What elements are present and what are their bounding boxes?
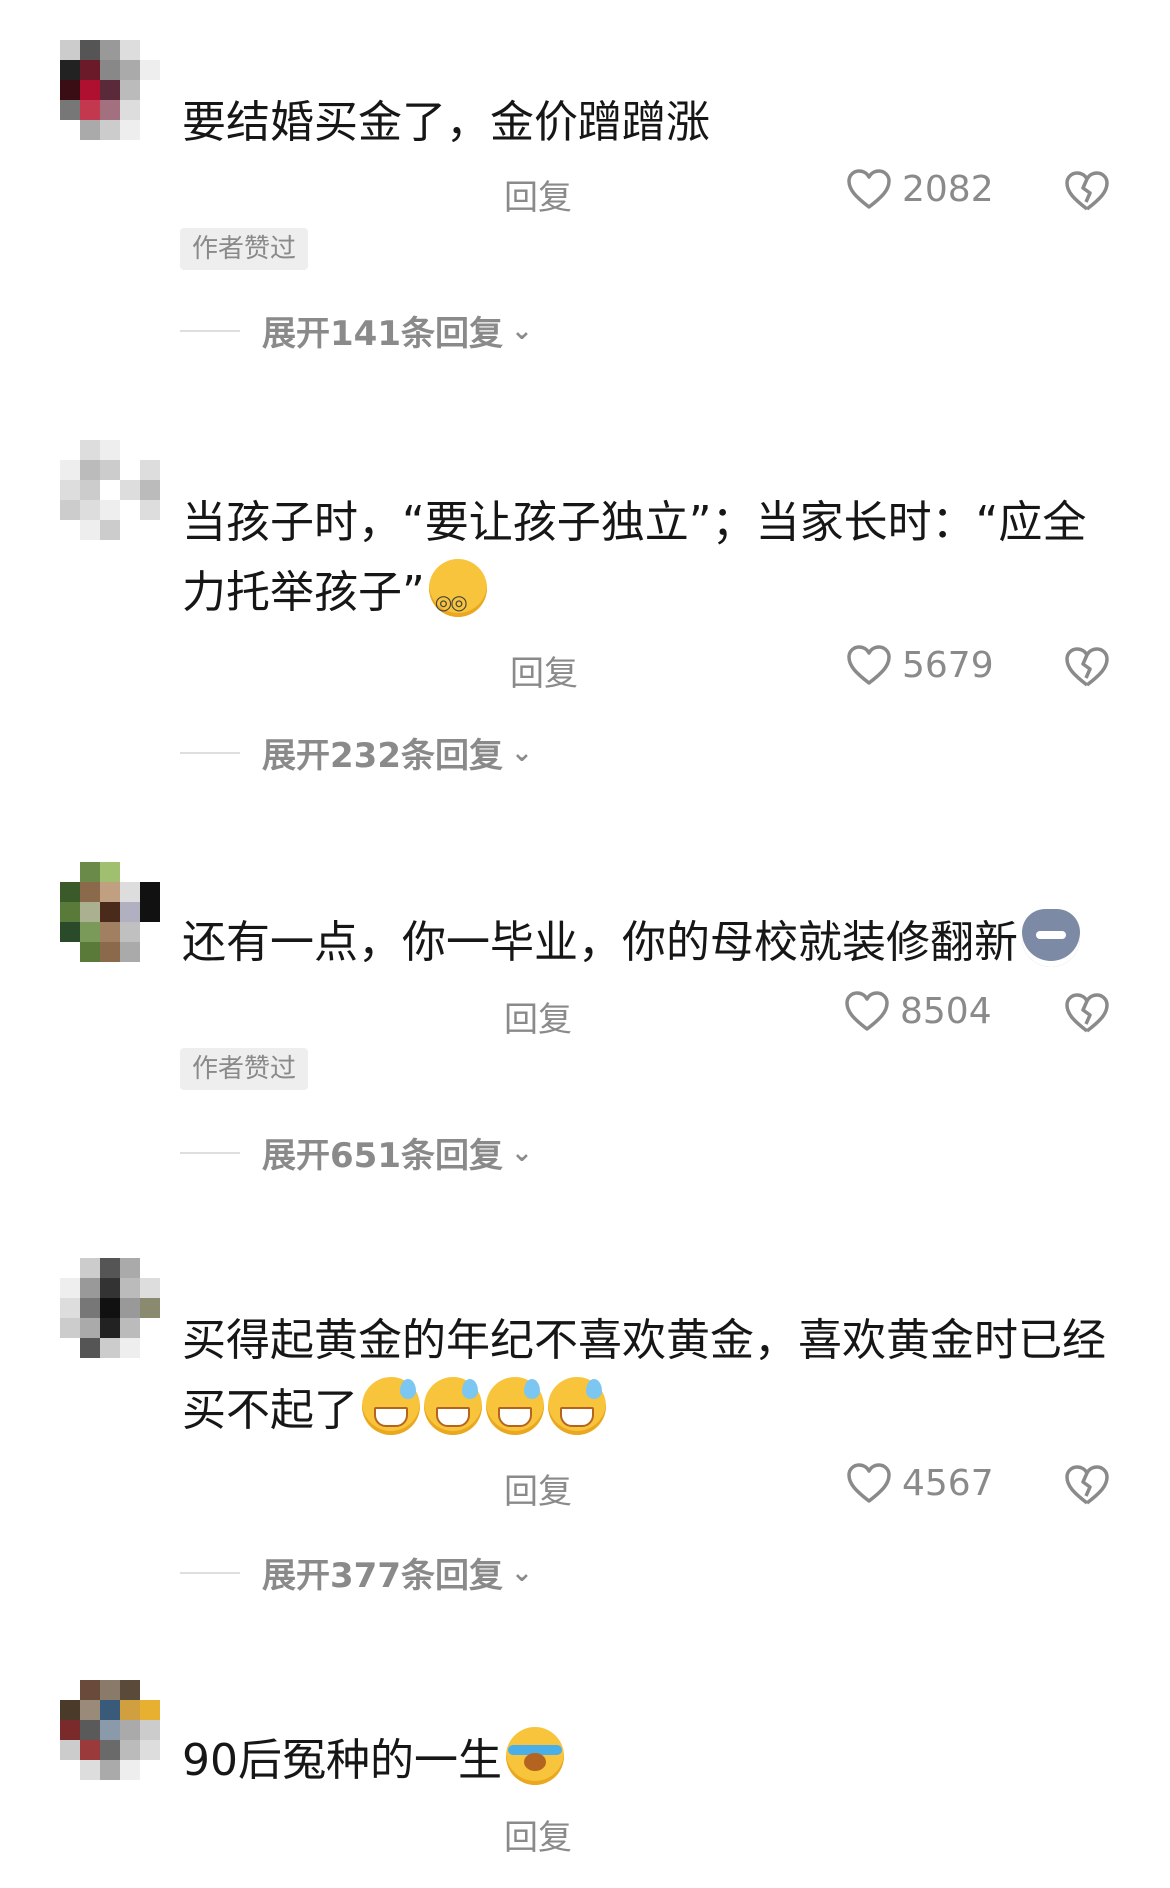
grin-sweat-emoji-icon: [486, 1377, 544, 1435]
grin-sweat-emoji-icon: [548, 1377, 606, 1435]
chevron-down-icon: ⌄: [510, 737, 533, 768]
chevron-down-icon: ⌄: [510, 1557, 533, 1588]
avatar[interactable]: [60, 1258, 160, 1358]
heart-outline-icon: [847, 169, 891, 209]
avatar[interactable]: [60, 40, 160, 140]
comment-text-line: 买不起了: [182, 1385, 358, 1436]
heart-outline-icon: [847, 1463, 891, 1503]
comment-text-line: 买得起黄金的年纪不喜欢黄金，喜欢黄金时已经: [182, 1315, 1106, 1366]
avatar[interactable]: [60, 862, 160, 962]
grin-sweat-emoji-icon: [362, 1377, 420, 1435]
like-count: 4567: [902, 1462, 994, 1504]
broken-heart-icon[interactable]: [1064, 168, 1110, 214]
reply-button[interactable]: 回复: [504, 1810, 572, 1859]
expand-replies-button[interactable]: 展开141条回复 ⌄: [180, 306, 533, 355]
divider: [180, 751, 240, 754]
comment-text: 当孩子时，“要让孩子独立”；当家长时：“应全 力托举孩子”: [182, 488, 1132, 637]
reply-button[interactable]: 回复: [510, 646, 578, 695]
comment-text-line-2: 力托举孩子”: [182, 558, 1132, 637]
broken-heart-icon[interactable]: [1064, 990, 1110, 1036]
comment-text: 买得起黄金的年纪不喜欢黄金，喜欢黄金时已经 买不起了: [182, 1306, 1132, 1446]
divider: [180, 1571, 240, 1574]
expand-replies-button[interactable]: 展开377条回复 ⌄: [180, 1548, 533, 1597]
wolf-emoji-icon: [1022, 909, 1080, 967]
crying-face-emoji-icon: [506, 1727, 564, 1785]
heart-outline-icon: [845, 991, 889, 1031]
reply-button[interactable]: 回复: [504, 170, 572, 219]
comment-text-line: 还有一点，你一毕业，你的母校就装修翻新: [182, 917, 1018, 968]
like-count: 8504: [900, 990, 992, 1032]
reply-button[interactable]: 回复: [504, 1464, 572, 1513]
divider: [180, 1151, 240, 1154]
comment-text: 要结婚买金了，金价蹭蹭涨: [182, 88, 1132, 158]
reply-button[interactable]: 回复: [504, 992, 572, 1041]
like-button[interactable]: 8504: [844, 990, 992, 1032]
avatar[interactable]: [60, 440, 160, 540]
comment-text-line: 90后冤种的一生: [182, 1735, 502, 1786]
divider: [180, 329, 240, 332]
expand-replies-label: 展开232条回复: [262, 736, 503, 776]
comment-text-line: 当孩子时，“要让孩子独立”；当家长时：“应全: [182, 497, 1087, 548]
like-button[interactable]: 2082: [846, 168, 994, 210]
like-count: 2082: [902, 168, 994, 210]
chevron-down-icon: ⌄: [510, 1137, 533, 1168]
comment-text: 还有一点，你一毕业，你的母校就装修翻新: [182, 908, 1132, 978]
author-liked-badge: 作者赞过: [180, 1048, 309, 1090]
expand-replies-button[interactable]: 展开232条回复 ⌄: [180, 728, 533, 777]
expand-replies-label: 展开651条回复: [262, 1136, 503, 1176]
broken-heart-icon[interactable]: [1064, 1462, 1110, 1508]
grin-sweat-emoji-icon: [424, 1377, 482, 1435]
like-count: 5679: [902, 644, 994, 686]
expand-replies-label: 展开141条回复: [262, 314, 503, 354]
comment-text: 90后冤种的一生: [182, 1726, 1132, 1796]
author-liked-badge: 作者赞过: [180, 228, 309, 270]
expand-replies-label: 展开377条回复: [262, 1556, 503, 1596]
broken-heart-icon[interactable]: [1064, 644, 1110, 690]
like-button[interactable]: 4567: [846, 1462, 994, 1504]
expand-replies-button[interactable]: 展开651条回复 ⌄: [180, 1128, 533, 1177]
avatar[interactable]: [60, 1680, 160, 1780]
dizzy-face-emoji-icon: [428, 559, 487, 637]
heart-outline-icon: [847, 645, 891, 685]
comment-text-line: 力托举孩子”: [182, 567, 425, 618]
comment-text-line: 要结婚买金了，金价蹭蹭涨: [182, 97, 710, 148]
like-button[interactable]: 5679: [846, 644, 994, 686]
comment-text-line-2: 买不起了: [182, 1376, 1132, 1446]
chevron-down-icon: ⌄: [510, 315, 533, 346]
